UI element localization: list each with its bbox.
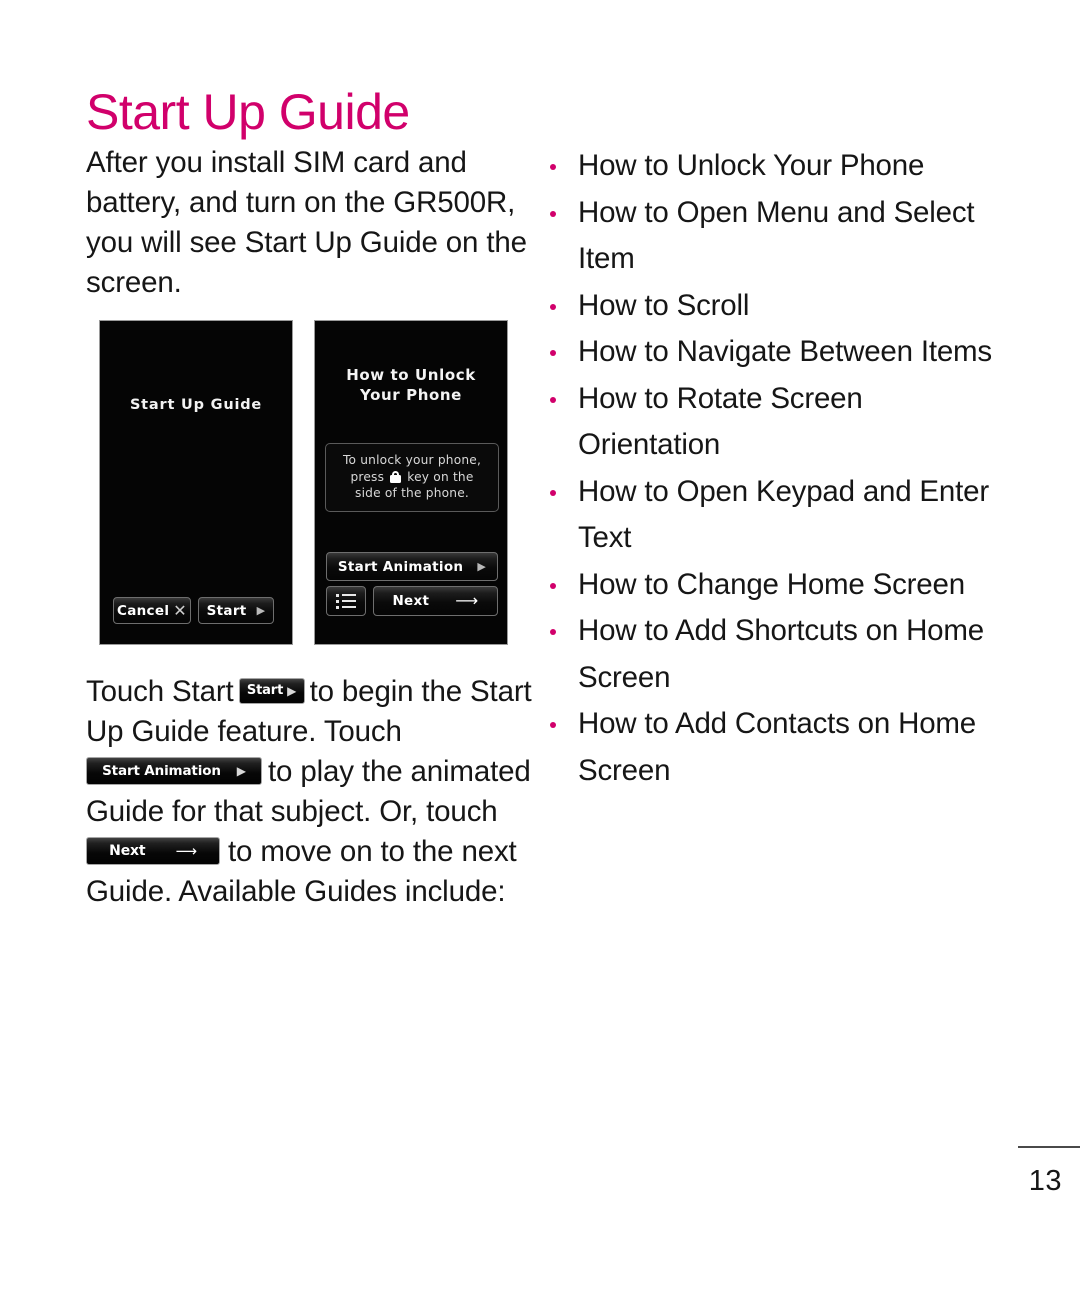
- lock-icon: [390, 470, 402, 483]
- inline-start-label: Start: [246, 683, 284, 699]
- next-button[interactable]: Next ⟶: [373, 586, 498, 616]
- guide-list-item: How to Open Menu and Select Item: [540, 190, 1010, 283]
- cancel-button-label: Cancel: [117, 602, 170, 619]
- screenshot-start-up-guide: Start Up Guide Cancel ✕ Start ▶: [99, 320, 293, 645]
- inline-next-label: Next: [109, 843, 146, 860]
- guide-list-item: How to Unlock Your Phone: [540, 143, 1010, 190]
- right-column: How to Unlock Your Phone How to Open Menu…: [540, 143, 1010, 794]
- unlock-instruction-box: To unlock your phone, press key on the s…: [325, 443, 499, 512]
- available-guides-list: How to Unlock Your Phone How to Open Menu…: [540, 143, 1010, 794]
- page-number: 13: [1028, 1165, 1062, 1197]
- arrow-right-icon: ⟶: [175, 841, 197, 860]
- screen-bottom-button-row: Next ⟶: [326, 586, 498, 616]
- instruction-line-2: press key on the: [331, 469, 493, 486]
- start-animation-button-label: Start Animation: [337, 558, 464, 575]
- instruction-line-1: To unlock your phone,: [342, 453, 482, 467]
- instr-part-1: Touch Start: [86, 675, 234, 708]
- guide-list-item: How to Change Home Screen: [540, 562, 1010, 609]
- guide-list-item: How to Add Contacts on Home Screen: [540, 701, 1010, 794]
- intro-paragraph: After you install SIM card and battery, …: [86, 146, 527, 299]
- screenshot-pair: Start Up Guide Cancel ✕ Start ▶ How to U…: [99, 320, 508, 645]
- inline-start-button: Start ▶: [238, 678, 305, 705]
- play-triangle-icon: ▶: [236, 764, 246, 779]
- start-button[interactable]: Start ▶: [198, 597, 274, 624]
- instruction-line-2-prefix: press: [350, 469, 385, 484]
- guide-list-item: How to Navigate Between Items: [540, 329, 1010, 376]
- play-triangle-icon: ▶: [477, 560, 487, 573]
- arrow-right-icon: ⟶: [455, 591, 479, 610]
- list-menu-button[interactable]: [326, 586, 366, 616]
- touch-instructions-paragraph: Touch Start Start ▶ to begin the Start Up G…: [86, 672, 538, 912]
- next-button-label: Next: [392, 593, 430, 609]
- screenshot-how-to-unlock: How to Unlock Your Phone To unlock your …: [314, 320, 508, 645]
- screen-title-line-1: How to Unlock: [346, 366, 476, 384]
- inline-next-button: Next ⟶: [86, 837, 220, 866]
- page-title: Start Up Guide: [86, 83, 410, 140]
- inline-start-animation-label: Start Animation: [102, 763, 221, 780]
- guide-list-item: How to Add Shortcuts on Home Screen: [540, 608, 1010, 701]
- play-triangle-icon: ▶: [287, 684, 297, 699]
- guide-list-item: How to Rotate Screen Orientation: [540, 376, 1010, 469]
- guide-list-item: How to Scroll: [540, 283, 1010, 330]
- left-column: After you install SIM card and battery, …: [86, 143, 532, 303]
- close-icon: ✕: [173, 600, 187, 620]
- list-menu-icon: [336, 594, 356, 609]
- start-animation-button[interactable]: Start Animation ▶: [326, 552, 498, 581]
- screen-title-unlock: How to Unlock Your Phone: [315, 365, 507, 405]
- instruction-line-3: side of the phone.: [355, 486, 469, 500]
- screen-title: Start Up Guide: [129, 397, 263, 413]
- start-button-label: Start: [206, 602, 247, 619]
- play-triangle-icon: ▶: [256, 604, 266, 617]
- inline-start-animation-button: Start Animation ▶: [86, 757, 262, 786]
- cancel-button[interactable]: Cancel ✕: [113, 597, 191, 624]
- instruction-line-2-suffix: key on the: [407, 469, 474, 484]
- manual-page: Start Up Guide After you install SIM car…: [0, 0, 1080, 1295]
- guide-list-item: How to Open Keypad and Enter Text: [540, 469, 1010, 562]
- screen-button-row: Cancel ✕ Start ▶: [113, 597, 274, 624]
- footer-divider: [1018, 1146, 1080, 1148]
- screen-title-line-2: Your Phone: [360, 386, 462, 404]
